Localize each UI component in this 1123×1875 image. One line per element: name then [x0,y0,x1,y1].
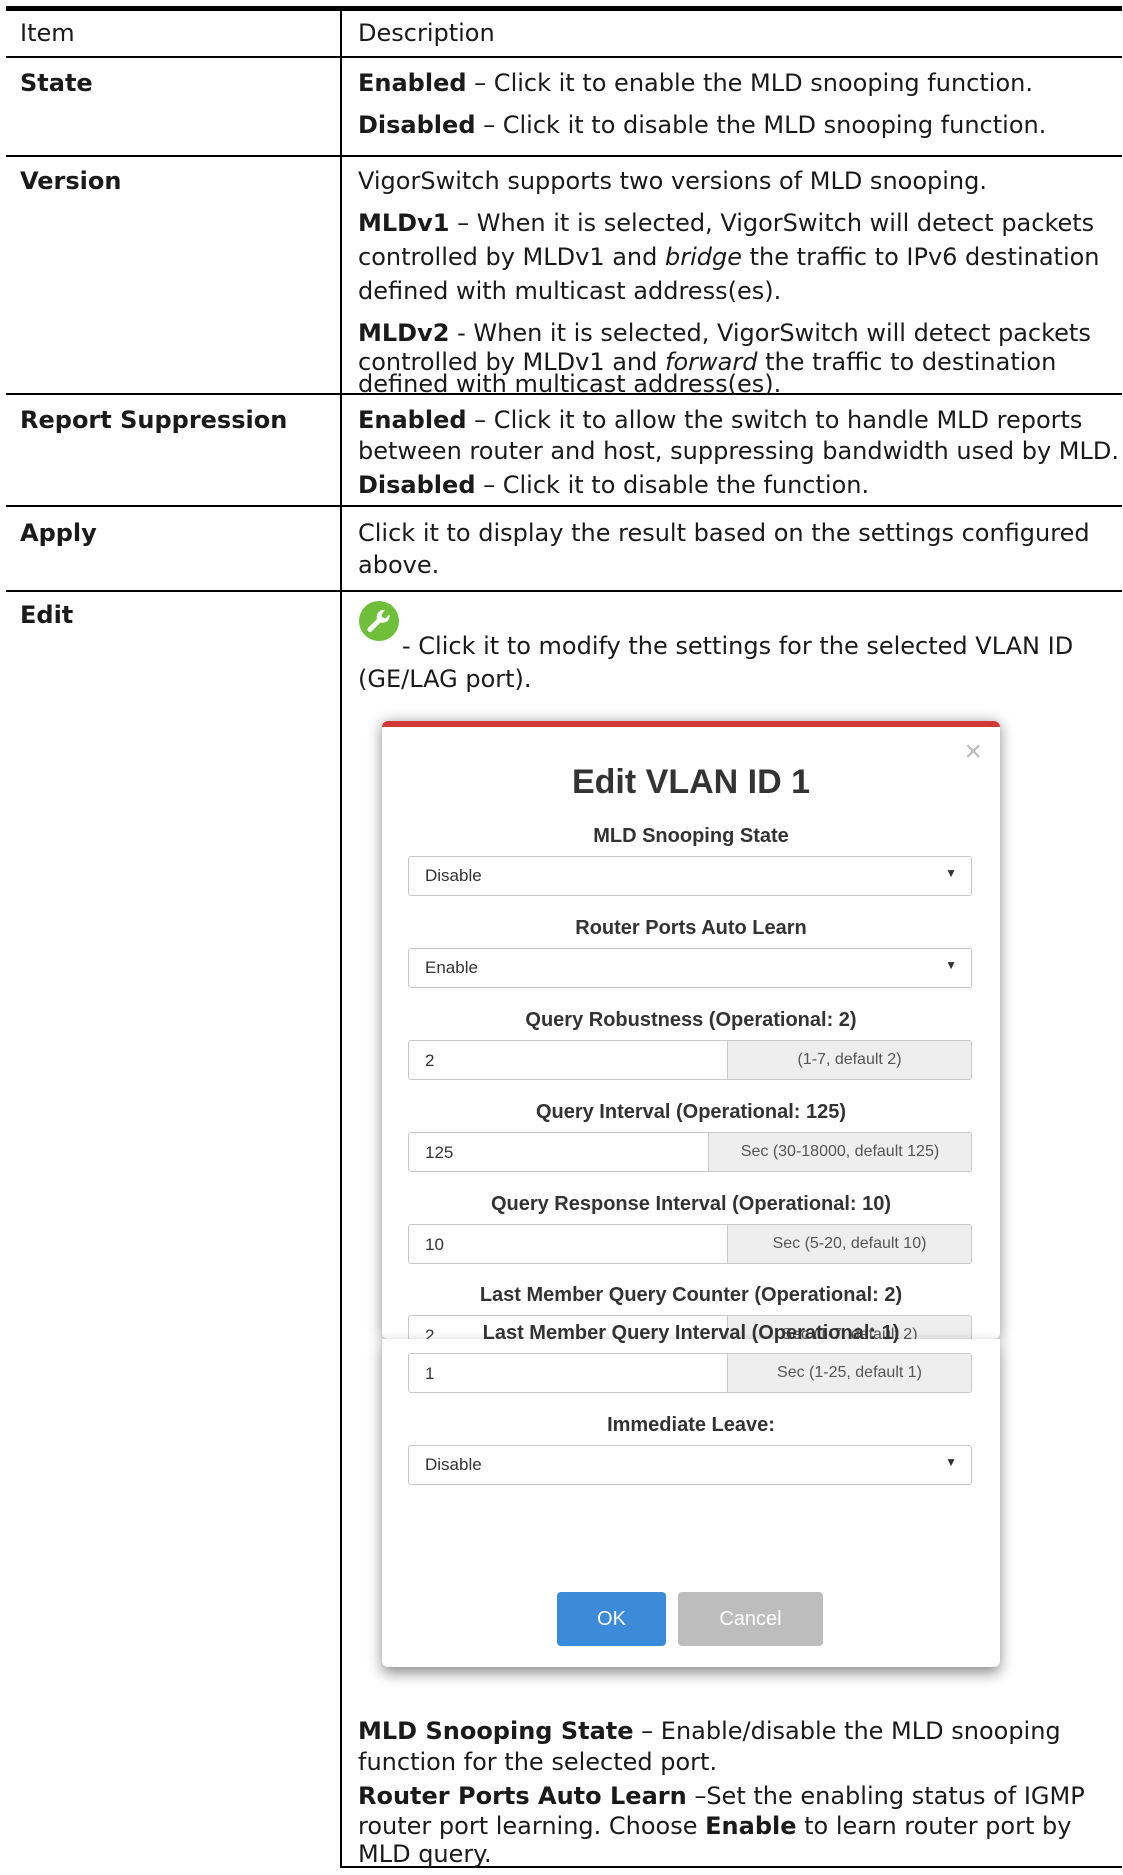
mldv1-term: MLDv1 [358,209,450,237]
field-label-query-robustness: Query Robustness (Operational: 2) [525,1009,857,1031]
edit-desc-line1: - Click it to modify the settings for th… [402,632,1074,660]
router-ports-desc-line1: Router Ports Auto Learn –Set the enablin… [358,1779,1085,1813]
router-ports-enable-term: Enable [705,1812,797,1840]
edit-vlan-dialog-lower: Last Member Query Interval (Operational:… [382,1322,1000,1667]
table-top-border [6,6,1122,11]
report-enabled-line2: between router and host, suppressing ban… [358,437,1119,465]
report-enabled-term: Enabled [358,406,467,434]
input-value: 125 [425,1143,454,1162]
input-hint: Sec (1-25, default 1) [727,1354,971,1392]
mld-state-desc-line1: MLD Snooping State – Enable/disable the … [358,1714,1061,1748]
ok-button[interactable]: OK [557,1592,666,1646]
row-divider-state [6,155,1122,157]
field-label-last-member-query-counter: Last Member Query Counter (Operational: … [479,1284,903,1306]
report-enabled-desc-a: – Click it to allow the switch to handle… [466,406,1083,434]
input-hint: Sec (5-20, default 10) [727,1225,971,1263]
apply-desc-line2: above. [358,551,440,579]
field-label-router-ports-auto-learn: Router Ports Auto Learn [575,917,807,939]
edit-desc-line2: (GE/LAG port). [358,665,532,693]
table-header-divider [6,56,1122,58]
header-item: Item [20,19,75,47]
mldv2-desc-b-post: the traffic to destination [757,348,1057,376]
item-report-suppression: Report Suppression [20,406,288,434]
item-version: Version [20,167,122,195]
query-response-interval-input[interactable]: 10 Sec (5-20, default 10) [408,1224,972,1264]
version-mldv2-line3: defined with multicast address(es). [358,370,782,398]
report-disabled-desc: – Click it to disable the function. [475,471,870,499]
select-value: Disable [425,866,482,885]
caret-down-icon: ▼ [945,958,957,972]
router-ports-term: Router Ports Auto Learn [358,1782,687,1810]
immediate-leave-select[interactable]: Disable ▼ [408,1445,972,1485]
mld-state-desc-line2: function for the selected port. [358,1748,718,1776]
select-value: Disable [425,1455,482,1474]
row-divider-report [6,505,1122,507]
mld-state-desc-a: – Enable/disable the MLD snooping [633,1717,1061,1745]
version-mldv1-line1: MLDv1 – When it is selected, VigorSwitch… [358,206,1094,240]
input-value: 10 [425,1235,444,1254]
field-label-query-interval: Query Interval (Operational: 125) [535,1101,847,1123]
router-ports-desc-a: –Set the enabling status of IGMP [686,1782,1085,1810]
item-edit: Edit [20,601,74,629]
router-ports-desc-b-pre: router port learning. Choose [358,1812,706,1840]
mldv1-desc-a: – When it is selected, VigorSwitch will … [449,209,1095,237]
cancel-button[interactable]: Cancel [678,1592,823,1646]
report-disabled-term: Disabled [358,471,476,499]
router-ports-desc-line3: MLD query. [358,1840,492,1868]
select-value: Enable [425,958,478,977]
column-divider [340,8,342,1868]
item-apply: Apply [20,519,97,547]
mldv1-desc-b-em: bridge [665,243,743,271]
dialog-accent-bar [382,721,1000,727]
state-enabled-desc: – Click it to enable the MLD snooping fu… [466,69,1033,97]
version-intro: VigorSwitch supports two versions of MLD… [358,167,987,195]
mldv1-desc-b-pre: controlled by MLDv1 and [358,243,665,271]
mld-snooping-state-select[interactable]: Disable ▼ [408,856,972,896]
report-disabled-line: Disabled – Click it to disable the funct… [358,468,869,502]
mldv2-desc-a: - When it is selected, VigorSwitch will … [449,319,1091,347]
header-description: Description [358,19,495,47]
mldv1-desc-b-post: the traffic to IPv6 destination [742,243,1100,271]
state-disabled-line: Disabled – Click it to disable the MLD s… [358,108,1046,142]
router-ports-auto-learn-select[interactable]: Enable ▼ [408,948,972,988]
field-label-last-member-query-interval: Last Member Query Interval (Operational:… [482,1322,900,1344]
field-label-query-response-interval: Query Response Interval (Operational: 10… [490,1193,892,1215]
input-value: 1 [425,1364,435,1383]
field-label-immediate-leave: Immediate Leave: [607,1414,775,1436]
version-mldv1-line2: controlled by MLDv1 and bridge the traff… [358,240,1100,274]
query-robustness-input[interactable]: 2 (1-7, default 2) [408,1040,972,1080]
mld-state-term: MLD Snooping State [358,1717,634,1745]
input-hint: Sec (30-18000, default 125) [708,1133,971,1171]
state-enabled-line: Enabled – Click it to enable the MLD sno… [358,66,1033,100]
input-hint: (1-7, default 2) [727,1041,971,1079]
version-mldv1-line3: defined with multicast address(es). [358,277,782,305]
field-label-mld-snooping-state: MLD Snooping State [593,825,789,847]
caret-down-icon: ▼ [945,866,957,880]
wrench-icon [358,600,400,642]
last-member-query-interval-input[interactable]: 1 Sec (1-25, default 1) [408,1353,972,1393]
report-enabled-line1: Enabled – Click it to allow the switch t… [358,403,1082,437]
apply-desc-line1: Click it to display the result based on … [358,519,1090,547]
dialog-title: Edit VLAN ID 1 [571,763,811,801]
mldv2-term: MLDv2 [358,319,450,347]
state-disabled-term: Disabled [358,111,476,139]
row-divider-apply [6,590,1122,592]
router-ports-desc-b-post: to learn router port by [796,1812,1072,1840]
state-enabled-term: Enabled [358,69,467,97]
edit-vlan-dialog: × Edit VLAN ID 1 MLD Snooping State Disa… [382,721,1000,1339]
state-disabled-desc: – Click it to disable the MLD snooping f… [475,111,1047,139]
caret-down-icon: ▼ [945,1455,957,1469]
query-interval-input[interactable]: 125 Sec (30-18000, default 125) [408,1132,972,1172]
item-state: State [20,69,93,97]
input-value: 2 [425,1051,435,1070]
